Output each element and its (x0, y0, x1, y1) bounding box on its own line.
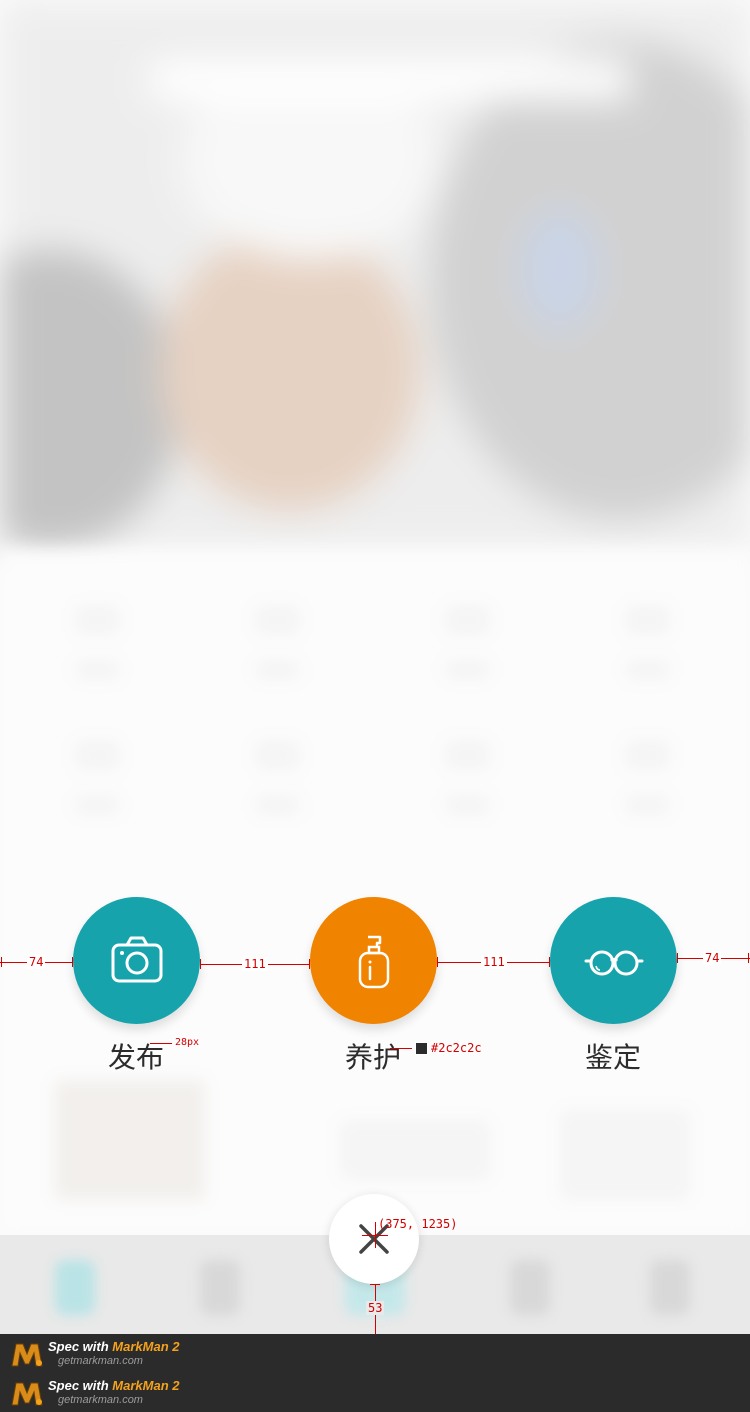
spec-center-point: (375, 1235) (378, 1217, 458, 1231)
markman-watermark: Spec with MarkMan 2 getmarkman.com (10, 1373, 180, 1412)
footer-prefix: Spec with (48, 1338, 113, 1354)
care-label: 养护 (344, 1041, 401, 1074)
publish-button[interactable] (73, 897, 200, 1024)
markman-logo-icon (11, 1343, 43, 1366)
spec-tick (309, 959, 310, 969)
footer-url: getmarkman.com (58, 1354, 143, 1367)
camera-icon (111, 936, 162, 982)
footer-prefix: Spec with (48, 1377, 113, 1393)
footer-url: getmarkman.com (58, 1393, 143, 1406)
markman-watermark: Spec with MarkMan 2 getmarkman.com (10, 1334, 180, 1373)
appraise-button[interactable] (550, 897, 677, 1024)
appraise-label: 鉴定 (584, 1041, 641, 1074)
markman-footer: Spec with MarkMan 2 getmarkman.com Spec … (0, 1334, 750, 1412)
spec-text-color: #2c2c2c (431, 1041, 482, 1055)
spec-font-leader (150, 1043, 172, 1044)
lotion-bottle-icon (358, 935, 389, 988)
spec-gap1: 111 (242, 957, 268, 971)
spec-right-margin: 74 (703, 951, 722, 965)
spec-crosshair-v (375, 1222, 376, 1248)
care-button[interactable] (310, 897, 437, 1024)
spec-color-leader (390, 1048, 412, 1049)
footer-brand: MarkMan 2 (112, 1338, 180, 1354)
spec-tick (549, 957, 550, 967)
spec-tick (370, 1284, 380, 1285)
spec-gap2: 111 (481, 955, 507, 969)
footer-brand: MarkMan 2 (112, 1377, 180, 1393)
glasses-icon (584, 950, 643, 975)
spec-bottom-offset: 53 (366, 1301, 385, 1315)
spec-font-size: 28px (175, 1037, 200, 1048)
spec-tick (72, 957, 73, 967)
color-swatch (415, 1042, 428, 1055)
spec-left-margin: 74 (27, 955, 46, 969)
spec-tick (437, 957, 438, 967)
spec-tick (200, 959, 201, 969)
markman-logo-icon (11, 1382, 43, 1405)
spec-tick (677, 953, 678, 963)
spec-tick (1, 957, 2, 967)
close-button[interactable] (329, 1194, 419, 1284)
spec-tick (748, 953, 749, 963)
